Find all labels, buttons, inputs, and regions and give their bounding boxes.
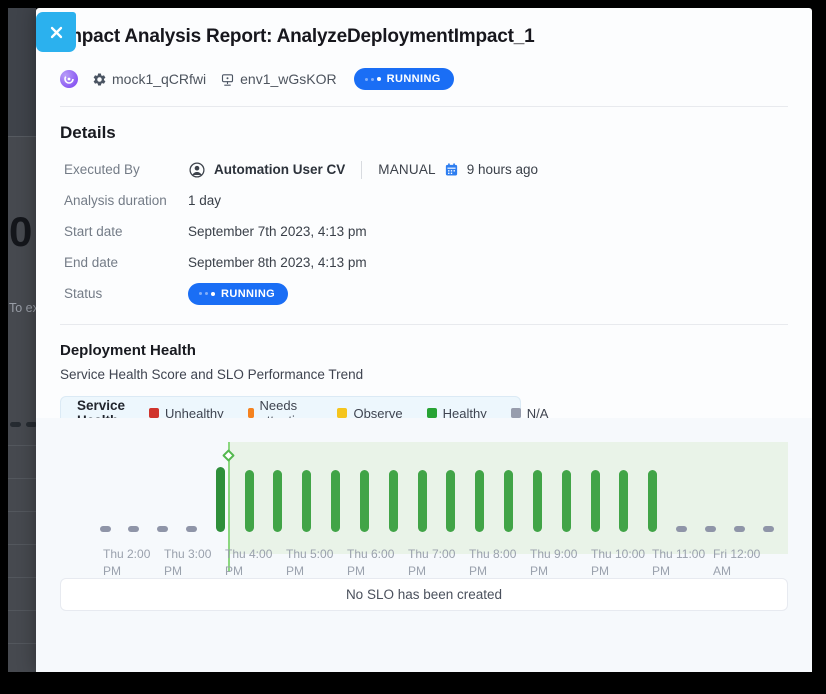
running-dots-icon bbox=[199, 292, 215, 296]
start-date-value: September 7th 2023, 4:13 pm bbox=[188, 224, 367, 239]
legend-swatch-icon bbox=[511, 408, 521, 418]
health-bar-healthy bbox=[475, 470, 484, 532]
user-icon bbox=[188, 161, 206, 179]
close-icon bbox=[49, 25, 64, 40]
legend-swatch-icon bbox=[248, 408, 254, 418]
executed-by-user: Automation User CV bbox=[214, 162, 345, 177]
running-dots-icon bbox=[365, 77, 381, 81]
start-date-row: Start date September 7th 2023, 4:13 pm bbox=[60, 216, 788, 247]
x-axis-label: Thu 2:00PM bbox=[103, 546, 167, 580]
status-badge: RUNNING bbox=[188, 283, 288, 305]
legend-swatch-icon bbox=[427, 408, 437, 418]
x-axis-label: Thu 11:00PM bbox=[652, 546, 716, 580]
health-bar-healthy bbox=[562, 470, 571, 532]
trigger-type: MANUAL bbox=[378, 162, 435, 177]
health-bar-na bbox=[705, 526, 716, 532]
background-row-line bbox=[8, 478, 36, 479]
screenshot-stage: 0 To exp Impact Analysis Report: Analyze… bbox=[0, 0, 826, 694]
health-bar-na bbox=[734, 526, 745, 532]
dimmed-page-backdrop[interactable]: 0 To exp bbox=[8, 8, 36, 672]
calendar-icon bbox=[444, 162, 459, 177]
background-row-line bbox=[8, 511, 36, 512]
status-row: Status RUNNING bbox=[60, 278, 788, 309]
service-name: mock1_qCRfwi bbox=[112, 71, 206, 87]
background-bar-fragment bbox=[10, 422, 21, 427]
chart-subtitle: Service Health Score and SLO Performance… bbox=[60, 367, 788, 382]
health-bar-healthy bbox=[504, 470, 513, 532]
x-axis-label: Thu 6:00PM bbox=[347, 546, 411, 580]
environment-name: env1_wGsKOR bbox=[240, 71, 336, 87]
duration-row: Analysis duration 1 day bbox=[60, 185, 788, 216]
close-button[interactable] bbox=[36, 12, 76, 52]
x-axis-label: Thu 5:00PM bbox=[286, 546, 350, 580]
vertical-separator bbox=[361, 161, 362, 179]
health-bar-healthy bbox=[533, 470, 542, 532]
page-title: Impact Analysis Report: AnalyzeDeploymen… bbox=[60, 8, 788, 50]
legend-swatch-icon bbox=[149, 408, 159, 418]
x-axis-label: Thu 8:00PM bbox=[469, 546, 533, 580]
section-divider bbox=[60, 324, 788, 325]
header-divider bbox=[60, 106, 788, 107]
row-label: Start date bbox=[64, 224, 188, 239]
health-bar-healthy bbox=[331, 470, 340, 532]
deployment-health-chart-panel: Thu 2:00PMThu 3:00PMThu 4:00PMThu 5:00PM… bbox=[36, 418, 812, 672]
background-row-line bbox=[8, 643, 36, 644]
duration-value: 1 day bbox=[188, 193, 221, 208]
health-bar-na bbox=[763, 526, 774, 532]
service-avatar-icon bbox=[60, 70, 78, 88]
executed-time: 9 hours ago bbox=[467, 162, 538, 177]
health-bar-na bbox=[186, 526, 197, 532]
row-label: Analysis duration bbox=[64, 193, 188, 208]
health-bar-na bbox=[676, 526, 687, 532]
health-bar-pre bbox=[216, 467, 225, 532]
impact-analysis-report-modal: Impact Analysis Report: AnalyzeDeploymen… bbox=[36, 8, 812, 672]
health-bar-healthy bbox=[245, 470, 254, 532]
background-header-band bbox=[8, 8, 36, 136]
environment-chip: env1_wGsKOR bbox=[220, 71, 336, 87]
health-bar-healthy bbox=[273, 470, 282, 532]
background-row-line bbox=[8, 445, 36, 446]
row-label: Status bbox=[64, 286, 188, 301]
end-date-row: End date September 8th 2023, 4:13 pm bbox=[60, 247, 788, 278]
health-bar-healthy bbox=[360, 470, 369, 532]
health-bar-healthy bbox=[302, 470, 311, 532]
health-bar-healthy bbox=[389, 470, 398, 532]
x-axis-label: Thu 7:00PM bbox=[408, 546, 472, 580]
environment-icon bbox=[220, 72, 235, 87]
details-heading: Details bbox=[60, 123, 788, 143]
health-bar-na bbox=[128, 526, 139, 532]
legend-swatch-icon bbox=[337, 408, 347, 418]
x-axis-label: Thu 9:00PM bbox=[530, 546, 594, 580]
background-row-line bbox=[8, 577, 36, 578]
deployment-health-heading: Deployment Health bbox=[60, 342, 788, 359]
background-divider bbox=[8, 136, 36, 137]
health-bar-na bbox=[100, 526, 111, 532]
health-bar-healthy bbox=[418, 470, 427, 532]
background-text-fragment: To exp bbox=[9, 301, 36, 315]
background-row-line bbox=[8, 610, 36, 611]
health-bar-healthy bbox=[446, 470, 455, 532]
slo-empty-state: No SLO has been created bbox=[60, 578, 788, 611]
row-label: Executed By bbox=[64, 162, 188, 177]
executed-by-row: Executed By Automation User CV MANUAL bbox=[60, 154, 788, 185]
health-bar-na bbox=[157, 526, 168, 532]
x-axis-label: Thu 4:00PM bbox=[225, 546, 289, 580]
health-score-plot: Thu 2:00PMThu 3:00PMThu 4:00PMThu 5:00PM… bbox=[60, 434, 788, 580]
background-row-line bbox=[8, 544, 36, 545]
background-bar-fragment bbox=[26, 422, 36, 427]
x-axis-label: Thu 3:00PM bbox=[164, 546, 228, 580]
health-bar-healthy bbox=[648, 470, 657, 532]
gear-icon bbox=[92, 72, 107, 87]
report-meta-row: mock1_qCRfwi env1_wGsKOR RUNNING bbox=[60, 67, 788, 91]
background-metric-number: 0 bbox=[9, 208, 31, 256]
status-badge: RUNNING bbox=[354, 68, 454, 90]
health-bar-healthy bbox=[619, 470, 628, 532]
health-bar-healthy bbox=[591, 470, 600, 532]
x-axis-label: Thu 10:00PM bbox=[591, 546, 655, 580]
service-chip: mock1_qCRfwi bbox=[92, 71, 206, 87]
row-label: End date bbox=[64, 255, 188, 270]
x-axis-label: Fri 12:00AM bbox=[713, 546, 777, 580]
end-date-value: September 8th 2023, 4:13 pm bbox=[188, 255, 367, 270]
details-table: Executed By Automation User CV MANUAL bbox=[60, 154, 788, 309]
